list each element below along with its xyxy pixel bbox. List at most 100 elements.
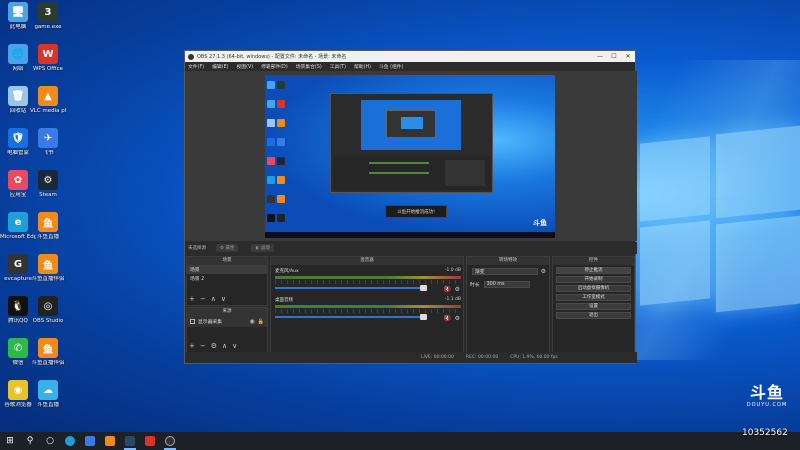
app-icon: 🖥 bbox=[8, 2, 28, 22]
move-up-icon[interactable]: ∧ bbox=[211, 295, 216, 303]
maximize-icon[interactable]: ☐ bbox=[607, 53, 621, 60]
app-icon: 鱼 bbox=[38, 338, 58, 358]
add-source-icon[interactable]: + bbox=[189, 342, 195, 350]
mixer-channel-mic: 麦克风/Aux -1.0 dB 🔇 ⚙ bbox=[275, 268, 461, 293]
volume-knob[interactable] bbox=[420, 285, 427, 291]
app-icon: ✈ bbox=[38, 128, 58, 148]
menu-item[interactable]: 停靠部件(D) bbox=[261, 63, 288, 70]
sources-dock: 来源 显示器采集 ◉ 🔓 + − ⚙ ∧ ∨ bbox=[186, 307, 268, 353]
duration-input[interactable]: 300 ms bbox=[483, 281, 530, 288]
desktop-icon[interactable]: ▲ VLC media player bbox=[30, 86, 66, 114]
sources-header: 来源 bbox=[187, 308, 267, 316]
desktop-icon[interactable]: 鱼斗鱼直播伴侣 bbox=[30, 254, 66, 282]
properties-button[interactable]: ⚙ 属性 bbox=[216, 244, 239, 252]
minimize-icon[interactable]: — bbox=[593, 53, 607, 60]
studio-mode-button[interactable]: 工作室模式 bbox=[556, 294, 631, 301]
stream-preview[interactable]: 斗鱼开始推流成功! 斗鱼 bbox=[265, 75, 555, 238]
desktop-icon[interactable]: W WPS Office bbox=[30, 44, 66, 72]
menu-item[interactable]: 场景集合(S) bbox=[296, 63, 322, 70]
menu-item[interactable]: 文件(F) bbox=[188, 63, 204, 70]
source-item[interactable]: 显示器采集 ◉ 🔓 bbox=[187, 316, 267, 327]
desktop-icon-label: VLC media player bbox=[30, 108, 66, 114]
exit-button[interactable]: 退出 bbox=[556, 312, 631, 319]
start-virtual-camera-button[interactable]: 启动虚拟摄像机 bbox=[556, 285, 631, 292]
display-capture-icon bbox=[190, 319, 195, 324]
close-icon[interactable]: ✕ bbox=[621, 53, 635, 60]
menu-item[interactable]: 工具(T) bbox=[330, 63, 346, 70]
filters-button[interactable]: ◐ 滤镜 bbox=[251, 244, 274, 252]
scenes-dock: 场景 场景 场景 2 + − ∧ ∨ bbox=[186, 256, 268, 306]
source-settings-icon[interactable]: ⚙ bbox=[211, 342, 217, 350]
taskbar-app-angular[interactable] bbox=[140, 432, 160, 450]
desktop-icon-label: 飞书 bbox=[42, 150, 54, 156]
settings-button[interactable]: 设置 bbox=[556, 303, 631, 310]
nested-obs-window bbox=[330, 93, 493, 193]
cpu-status: CPU: 1.9%, 60.00 fps bbox=[510, 355, 558, 360]
remove-source-icon[interactable]: − bbox=[200, 342, 206, 350]
desktop-icon[interactable]: ✈ 飞书 bbox=[30, 128, 66, 156]
scene-item[interactable]: 场景 bbox=[187, 265, 267, 274]
mute-speaker-icon[interactable]: 🔇 bbox=[444, 286, 451, 293]
desktop-icon[interactable]: 鱼斗鱼直播 bbox=[30, 212, 66, 240]
desktop-icon[interactable]: ☁ 斗鱼直播 bbox=[30, 380, 66, 408]
desktop-icon[interactable]: ◎ OBS Studio bbox=[30, 296, 66, 324]
transitions-header: 转场特效 bbox=[467, 257, 549, 265]
obs-window[interactable]: OBS 27.1.3 (64-bit, windows) - 配置文件: 未命名… bbox=[184, 50, 637, 364]
stop-streaming-button[interactable]: 停止推流 bbox=[556, 267, 631, 274]
obs-titlebar[interactable]: OBS 27.1.3 (64-bit, windows) - 配置文件: 未命名… bbox=[185, 51, 635, 62]
mixer-header: 混音器 bbox=[271, 257, 463, 265]
mute-speaker-icon[interactable]: 🔇 bbox=[444, 315, 451, 322]
channel-settings-icon[interactable]: ⚙ bbox=[455, 286, 460, 293]
window-title: OBS 27.1.3 (64-bit, windows) - 配置文件: 未命名… bbox=[197, 54, 347, 60]
move-down-icon[interactable]: ∨ bbox=[221, 295, 226, 303]
app-icon: W bbox=[38, 44, 58, 64]
controls-header: 控件 bbox=[553, 257, 634, 265]
transition-select[interactable]: 渐变 bbox=[472, 268, 538, 275]
volume-slider[interactable] bbox=[275, 314, 427, 320]
app-icon: ◎ bbox=[38, 296, 58, 316]
app-icon: 🛡 bbox=[8, 128, 28, 148]
add-scene-icon[interactable]: + bbox=[189, 295, 195, 303]
transitions-dock: 转场特效 渐变 ⚙ 时长 300 ms bbox=[466, 256, 550, 353]
douyu-watermark: 斗鱼 DOUYU.COM bbox=[742, 384, 792, 409]
desktop-icon[interactable]: 3 game.exe bbox=[30, 2, 66, 30]
task-view-icon[interactable]: ○ bbox=[40, 432, 60, 450]
transition-settings-icon[interactable]: ⚙ bbox=[541, 268, 546, 275]
taskbar-app-feishu[interactable] bbox=[80, 432, 100, 450]
remove-scene-icon[interactable]: − bbox=[200, 295, 206, 303]
taskbar-app-steam[interactable] bbox=[120, 432, 140, 450]
channel-settings-icon[interactable]: ⚙ bbox=[455, 315, 460, 322]
app-icon: G bbox=[8, 254, 28, 274]
app-icon: ◉ bbox=[8, 380, 28, 400]
nested-preview bbox=[361, 100, 461, 150]
menu-item[interactable]: 斗鱼 (组件) bbox=[379, 63, 403, 70]
lock-icon[interactable]: 🔓 bbox=[258, 319, 264, 325]
app-icon: 🗑 bbox=[8, 86, 28, 106]
taskbar-app-edge[interactable] bbox=[60, 432, 80, 450]
taskbar-app-douyu[interactable] bbox=[100, 432, 120, 450]
menu-item[interactable]: 编辑(E) bbox=[212, 63, 228, 70]
desktop-icon-label: Steam bbox=[39, 192, 57, 198]
volume-knob[interactable] bbox=[420, 314, 427, 320]
preview-taskbar bbox=[265, 232, 555, 238]
app-icon: ✆ bbox=[8, 338, 28, 358]
move-down-icon[interactable]: ∨ bbox=[232, 342, 237, 350]
taskbar-app-obs[interactable] bbox=[160, 432, 180, 450]
desktop-icon-label: 斗鱼直播 bbox=[36, 402, 59, 408]
desktop-icon[interactable]: 鱼斗鱼直播伴侣 bbox=[30, 338, 66, 366]
scenes-header: 场景 bbox=[187, 257, 267, 265]
desktop-icon[interactable]: ⚙ Steam bbox=[30, 170, 66, 198]
move-up-icon[interactable]: ∧ bbox=[222, 342, 227, 350]
start-recording-button[interactable]: 开始录制 bbox=[556, 276, 631, 283]
preview-area: 斗鱼开始推流成功! 斗鱼 bbox=[185, 71, 637, 241]
mixer-dock: 混音器 麦克风/Aux -1.0 dB 🔇 ⚙ 桌面音频 -1.1 dB 🔇 ⚙ bbox=[270, 256, 464, 353]
volume-slider[interactable] bbox=[275, 285, 427, 291]
menu-item[interactable]: 视图(V) bbox=[236, 63, 253, 70]
scene-item[interactable]: 场景 2 bbox=[187, 274, 267, 283]
menu-bar: 文件(F) 编辑(E) 视图(V) 停靠部件(D) 场景集合(S) 工具(T) 帮助(H) 斗… bbox=[185, 62, 635, 71]
search-icon[interactable]: ⚲ bbox=[20, 432, 40, 450]
visibility-eye-icon[interactable]: ◉ bbox=[250, 318, 255, 325]
start-button[interactable]: ⊞ bbox=[0, 432, 20, 450]
menu-item[interactable]: 帮助(H) bbox=[354, 63, 371, 70]
app-icon: 3 bbox=[38, 2, 58, 22]
